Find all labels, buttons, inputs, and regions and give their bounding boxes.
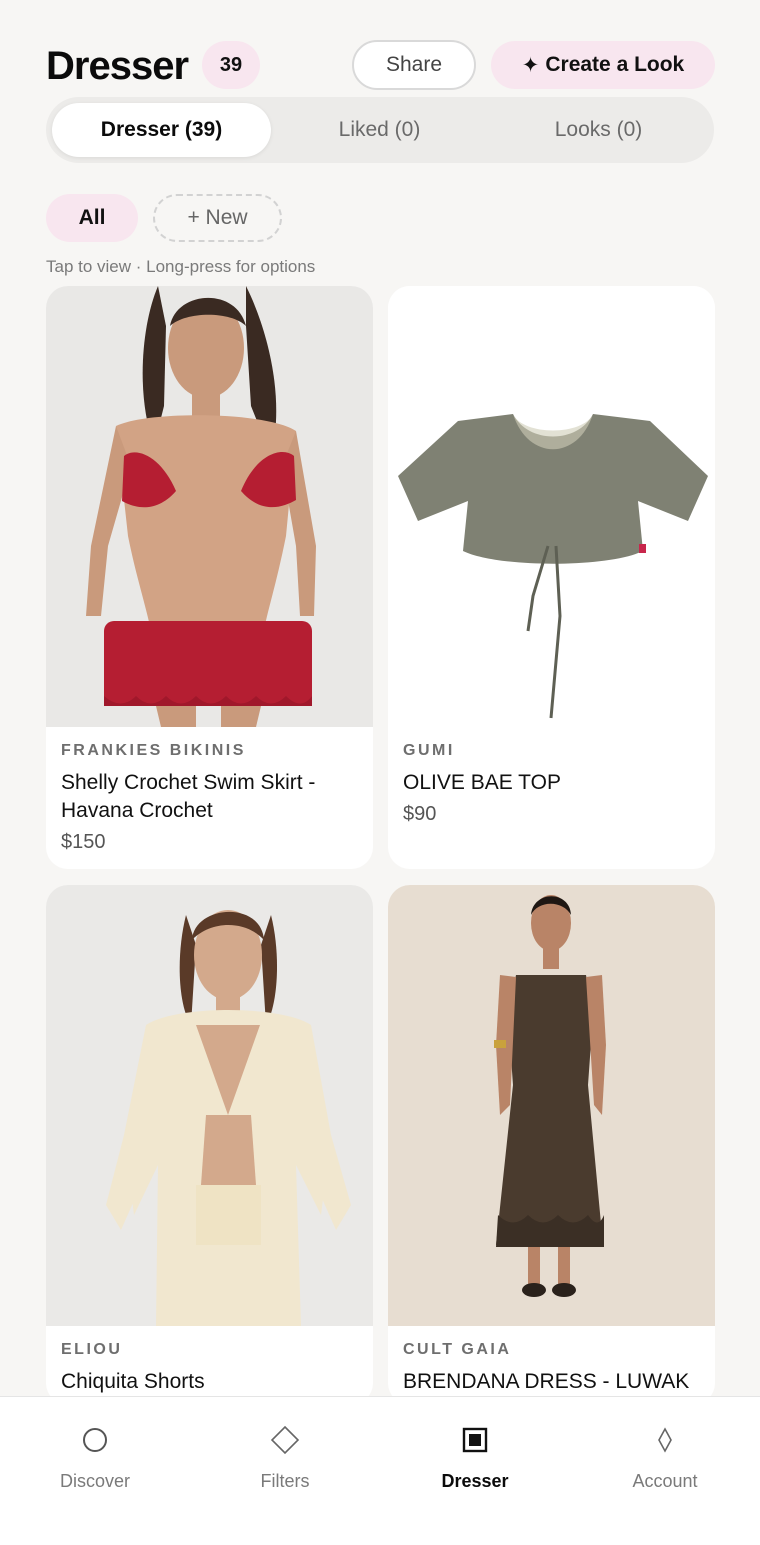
tab-bar: Dresser (39) Liked (0) Looks (0)	[46, 97, 714, 163]
nav-label: Discover	[59, 1471, 130, 1491]
diamond-icon	[270, 1425, 300, 1455]
nav-account[interactable]: Account	[570, 1397, 760, 1507]
new-collection-button[interactable]: + New	[153, 194, 282, 242]
product-name: BRENDANA DRESS - LUWAK	[403, 1370, 690, 1393]
header: Dresser 39 Share ✦ Create a Look	[46, 38, 715, 94]
create-look-button[interactable]: ✦ Create a Look	[491, 41, 715, 89]
product-card[interactable]: FRANKIES BIKINIS Shelly Crochet Swim Ski…	[46, 286, 373, 869]
product-brand: GUMI	[403, 742, 455, 759]
nav-label: Filters	[260, 1471, 310, 1491]
product-info: FRANKIES BIKINIS Shelly Crochet Swim Ski…	[61, 742, 358, 854]
product-image	[46, 885, 373, 1326]
product-name: Shelly Crochet Swim Skirt - Havana Croch…	[61, 771, 316, 822]
create-look-label: Create a Look	[545, 53, 685, 76]
usage-hint: Tap to view · Long-press for options	[46, 257, 316, 276]
product-card[interactable]: ELIOU Chiquita Shorts	[46, 885, 373, 1405]
product-info: CULT GAIA BRENDANA DRESS - LUWAK	[403, 1341, 700, 1396]
product-image	[388, 885, 715, 1326]
product-price: $90	[403, 803, 437, 825]
product-image	[388, 286, 715, 727]
circle-icon	[80, 1425, 110, 1455]
tab-liked[interactable]: Liked (0)	[270, 103, 489, 157]
square-icon	[460, 1425, 490, 1455]
product-image	[46, 286, 373, 727]
item-count-badge: 39	[202, 41, 260, 89]
product-brand: FRANKIES BIKINIS	[61, 742, 246, 759]
product-name: OLIVE BAE TOP	[403, 771, 561, 794]
page-title: Dresser	[46, 44, 189, 88]
product-brand: CULT GAIA	[403, 1341, 512, 1358]
product-info: ELIOU Chiquita Shorts	[61, 1341, 358, 1396]
lozenge-icon	[650, 1425, 680, 1455]
nav-dresser[interactable]: Dresser	[380, 1397, 570, 1507]
product-name: Chiquita Shorts	[61, 1370, 205, 1393]
filter-chip-all[interactable]: All	[46, 194, 138, 242]
bottom-nav: Discover Filters Dresser Account	[0, 1396, 760, 1545]
sparkle-icon: ✦	[521, 53, 540, 77]
nav-discover[interactable]: Discover	[0, 1397, 190, 1507]
nav-filters[interactable]: Filters	[190, 1397, 380, 1507]
product-card[interactable]: CULT GAIA BRENDANA DRESS - LUWAK	[388, 885, 715, 1405]
product-brand: ELIOU	[61, 1341, 123, 1358]
share-button[interactable]: Share	[352, 40, 476, 90]
tab-dresser[interactable]: Dresser (39)	[52, 103, 271, 157]
product-price: $150	[61, 831, 106, 853]
nav-label: Account	[632, 1471, 698, 1491]
tab-looks[interactable]: Looks (0)	[489, 103, 708, 157]
product-info: GUMI OLIVE BAE TOP $90	[403, 742, 700, 826]
nav-label: Dresser	[441, 1471, 509, 1491]
product-card[interactable]: GUMI OLIVE BAE TOP $90	[388, 286, 715, 869]
